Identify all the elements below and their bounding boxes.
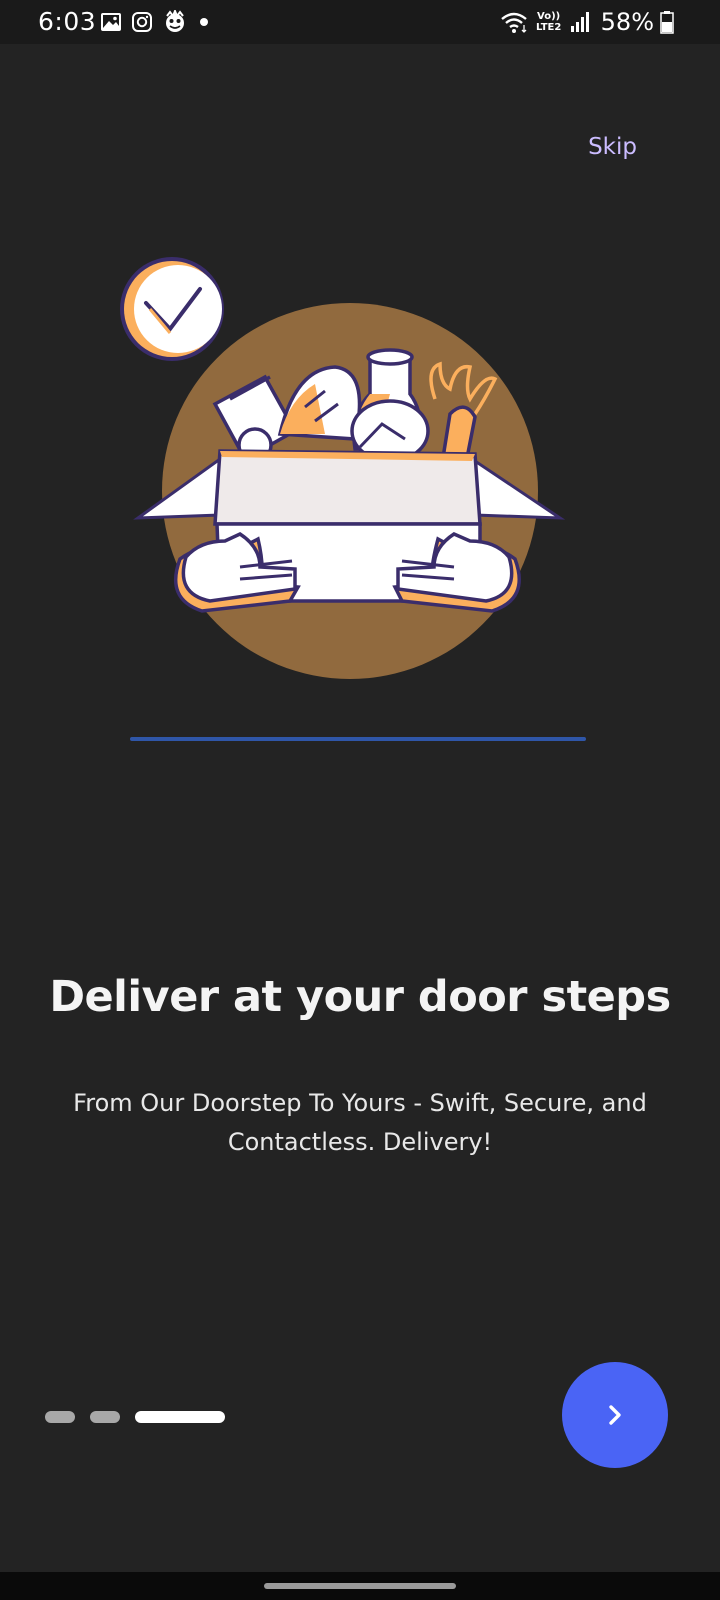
status-right-icons: Vo)) LTE2 58% xyxy=(499,8,674,36)
page-indicator-dot-3-active xyxy=(135,1411,225,1423)
delivery-box-illustration xyxy=(120,257,566,679)
gallery-icon xyxy=(101,13,121,31)
home-gesture-handle[interactable] xyxy=(264,1583,456,1589)
status-time: 6:03 xyxy=(38,7,97,36)
wifi-icon xyxy=(500,12,527,33)
chevron-right-icon xyxy=(609,1405,621,1425)
mascot-icon xyxy=(166,10,184,32)
page-indicator-dot-1 xyxy=(45,1411,75,1423)
page-indicator xyxy=(45,1411,225,1423)
illustration-divider xyxy=(130,737,586,741)
page-indicator-dot-2 xyxy=(90,1411,120,1423)
system-nav-bar xyxy=(0,1572,720,1600)
onboarding-screen: Skip Deliver at your door steps From Our… xyxy=(0,44,720,1572)
status-left-icons xyxy=(100,9,211,35)
box-lid xyxy=(213,449,482,526)
checkmark-badge-icon xyxy=(120,257,224,361)
battery-percent: 58% xyxy=(600,8,654,36)
next-button[interactable] xyxy=(562,1362,668,1468)
status-bar: 6:03 Vo)) LTE2 58% xyxy=(0,0,720,44)
onboarding-subtitle: From Our Doorstep To Yours - Swift, Secu… xyxy=(73,1089,647,1156)
instagram-icon xyxy=(132,12,152,32)
notification-dot-icon xyxy=(200,18,208,26)
onboarding-title: Deliver at your door steps xyxy=(49,972,671,1022)
battery-icon xyxy=(660,11,674,34)
skip-button[interactable]: Skip xyxy=(588,134,637,160)
lte-icon: Vo)) LTE2 xyxy=(535,11,562,33)
signal-icon xyxy=(570,12,589,32)
